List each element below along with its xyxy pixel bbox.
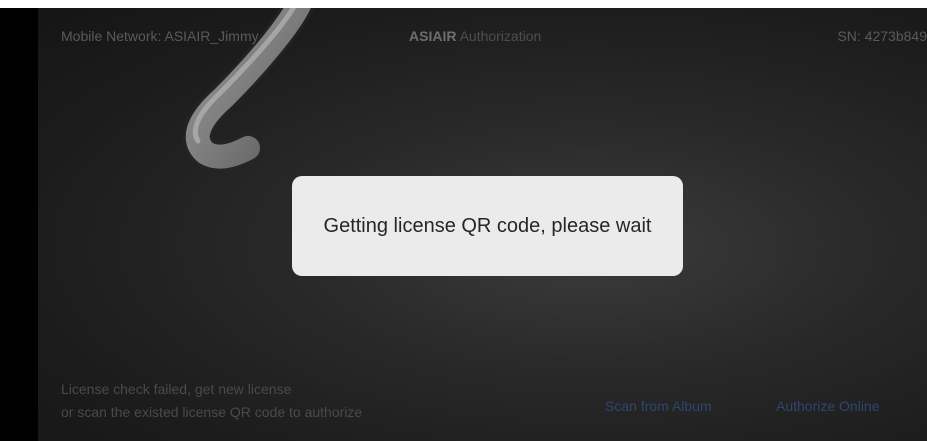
camera-viewport: Mobile Network: ASIAIR_Jimmy ASIAIR Auth…	[38, 8, 927, 441]
license-status-line-2: or scan the existed license QR code to a…	[61, 404, 363, 420]
page-title: ASIAIR Authorization	[409, 28, 541, 44]
authorize-online-button[interactable]: Authorize Online	[776, 398, 880, 414]
title-text: Authorization	[459, 28, 542, 44]
scan-from-album-button[interactable]: Scan from Album	[605, 398, 712, 414]
serial-number-label: SN: 4273b849	[837, 28, 927, 44]
authorization-screen: Mobile Network: ASIAIR_Jimmy ASIAIR Auth…	[0, 0, 927, 441]
top-strip	[0, 0, 927, 8]
left-side-bar	[0, 8, 38, 441]
loading-toast: Getting license QR code, please wait	[292, 176, 683, 276]
toast-message: Getting license QR code, please wait	[323, 215, 652, 237]
title-brand: ASIAIR	[409, 28, 457, 44]
mobile-network-label: Mobile Network: ASIAIR_Jimmy	[61, 28, 259, 44]
license-status-line-1: License check failed, get new license	[61, 381, 292, 397]
